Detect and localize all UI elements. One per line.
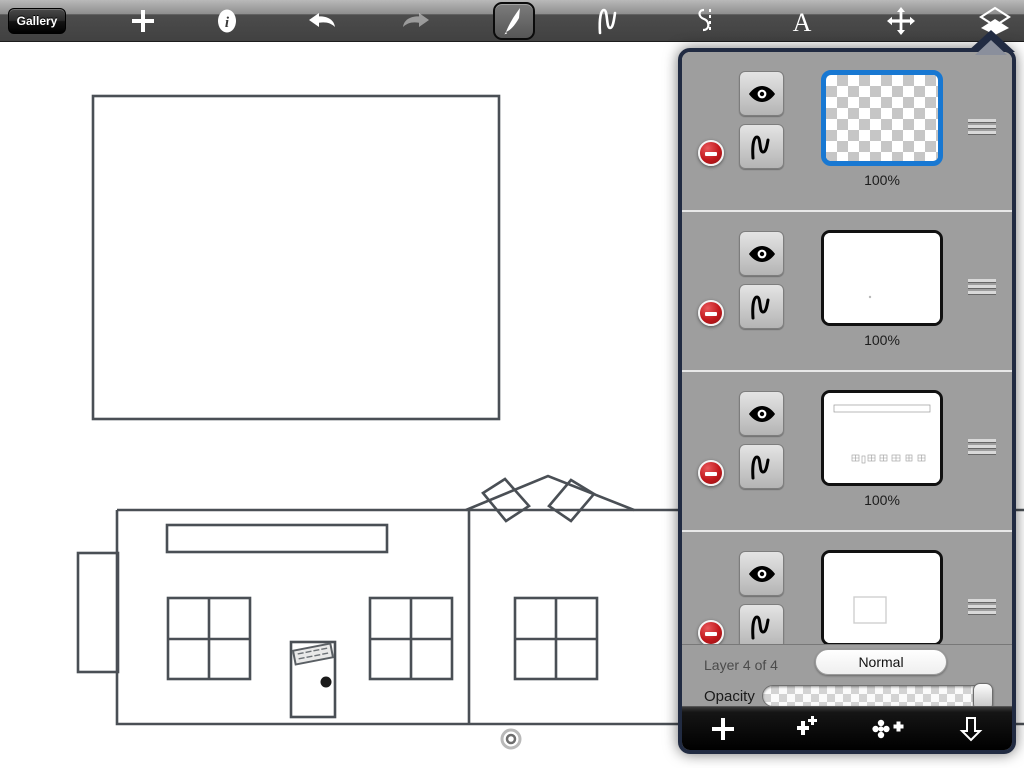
alpha-lock-icon[interactable] (739, 284, 784, 329)
text-icon[interactable]: A (779, 1, 825, 41)
delete-layer-button[interactable] (698, 300, 724, 326)
visibility-toggle-icon[interactable] (739, 71, 784, 116)
layer-thumbnail[interactable] (821, 230, 943, 326)
layer-thumbnail[interactable] (821, 70, 943, 166)
stroke-icon[interactable] (587, 1, 633, 41)
layer-row[interactable]: 100% (682, 532, 1012, 644)
blend-mode-dropdown[interactable]: Normal (815, 649, 947, 675)
layer-reorder-handle[interactable] (968, 599, 996, 615)
layer-list[interactable]: 100% 100% (682, 52, 1012, 644)
visibility-toggle-icon[interactable] (739, 391, 784, 436)
add-icon[interactable] (120, 1, 166, 41)
add-layer-icon[interactable] (695, 710, 751, 748)
layer-opacity-value: 100% (821, 492, 943, 508)
symmetry-icon[interactable] (681, 1, 727, 41)
merge-layer-icon[interactable] (860, 710, 916, 748)
svg-text:A: A (793, 8, 812, 35)
redo-icon[interactable] (393, 1, 439, 41)
door-knob (321, 677, 332, 688)
top-toolbar: Gallery i A (0, 0, 1024, 42)
layers-panel: 100% 100% (678, 48, 1016, 754)
layer-opacity-value: 100% (821, 332, 943, 348)
layers-panel-toolbar (682, 706, 1012, 750)
thumbnail-preview (824, 393, 942, 485)
brush-icon[interactable] (493, 2, 535, 40)
opacity-label: Opacity (704, 688, 755, 705)
transform-icon[interactable] (878, 1, 924, 41)
gallery-button[interactable]: Gallery (8, 8, 66, 34)
layer-row[interactable]: 100% (682, 212, 1012, 372)
brush-cursor (502, 730, 520, 748)
popover-arrow-inner (975, 40, 1007, 55)
layer-row[interactable]: 100% (682, 372, 1012, 532)
door-sign (293, 644, 333, 665)
visibility-toggle-icon[interactable] (739, 551, 784, 596)
thumbnail-preview (824, 233, 942, 325)
layer-opacity-value: 100% (821, 172, 943, 188)
layer-reorder-handle[interactable] (968, 279, 996, 295)
thumbnail-preview (824, 553, 942, 644)
window-right (515, 598, 597, 679)
layers-panel-footer: Layer 4 of 4 Normal Opacity (682, 644, 1012, 750)
layer-thumbnail[interactable] (821, 550, 943, 644)
alpha-lock-icon[interactable] (739, 604, 784, 644)
empty-rectangle (93, 96, 499, 419)
window-middle (370, 598, 452, 679)
visibility-toggle-icon[interactable] (739, 231, 784, 276)
window-left (168, 598, 250, 679)
collapse-panel-icon[interactable] (943, 710, 999, 748)
layer-thumbnail[interactable] (821, 390, 943, 486)
app-root: Gallery i A (0, 0, 1024, 768)
delete-layer-button[interactable] (698, 460, 724, 486)
layer-row[interactable]: 100% (682, 52, 1012, 212)
alpha-lock-icon[interactable] (739, 444, 784, 489)
layer-count-label: Layer 4 of 4 (704, 657, 778, 673)
opacity-slider[interactable] (762, 685, 992, 707)
undo-icon[interactable] (299, 1, 345, 41)
alpha-lock-icon[interactable] (739, 124, 784, 169)
info-icon[interactable]: i (204, 1, 250, 41)
delete-layer-button[interactable] (698, 620, 724, 644)
layer-reorder-handle[interactable] (968, 439, 996, 455)
side-extension (78, 553, 118, 672)
transparency-checker (826, 75, 938, 161)
delete-layer-button[interactable] (698, 140, 724, 166)
duplicate-layer-icon[interactable] (778, 710, 834, 748)
awning (167, 525, 387, 552)
layer-reorder-handle[interactable] (968, 119, 996, 135)
